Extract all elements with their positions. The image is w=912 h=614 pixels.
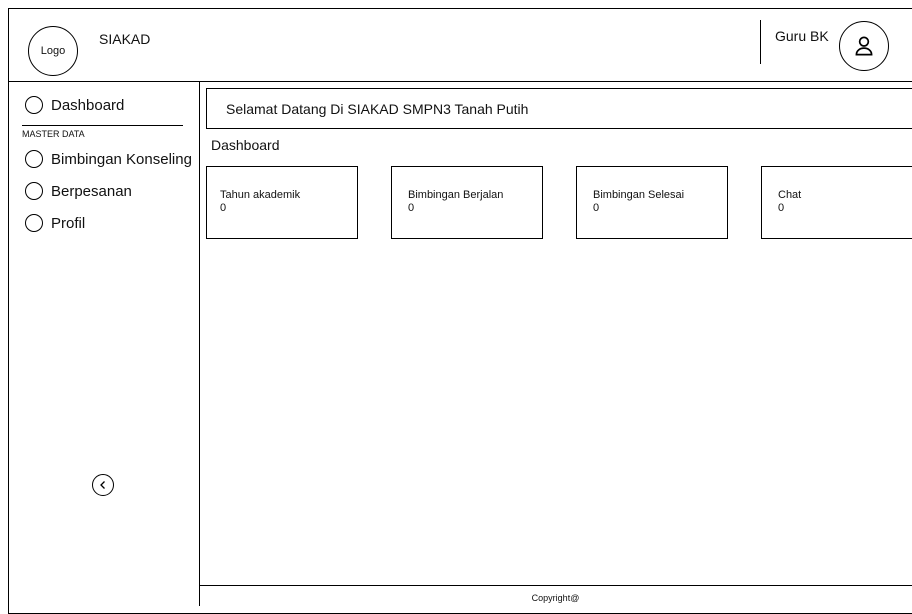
- user-name: Guru BK: [775, 28, 829, 44]
- user-icon: [855, 36, 873, 56]
- circle-icon: [25, 214, 43, 232]
- stat-card-bimbingan-selesai[interactable]: Bimbingan Selesai 0: [576, 166, 728, 239]
- welcome-banner: Selamat Datang Di SIAKAD SMPN3 Tanah Put…: [206, 88, 912, 129]
- sidebar-item-bimbingan-konseling[interactable]: Bimbingan Konseling: [25, 150, 192, 168]
- sidebar-item-label: Bimbingan Konseling: [51, 150, 192, 168]
- circle-icon: [25, 150, 43, 168]
- card-value: 0: [220, 202, 227, 214]
- circle-icon: [25, 96, 43, 114]
- stat-card-chat[interactable]: Chat 0: [761, 166, 912, 239]
- card-value: 0: [408, 202, 415, 214]
- avatar[interactable]: [839, 21, 889, 71]
- header: Logo SIAKAD Guru BK: [9, 9, 912, 82]
- card-label: Bimbingan Berjalan: [408, 189, 504, 201]
- header-divider: [760, 20, 761, 64]
- section-label: MASTER DATA: [22, 129, 85, 139]
- copyright-text: Copyright@: [531, 593, 580, 603]
- card-label: Tahun akademik: [220, 189, 301, 201]
- footer: Copyright@: [199, 585, 912, 607]
- page-title: Dashboard: [211, 137, 280, 153]
- logo[interactable]: Logo: [28, 26, 78, 76]
- sidebar-item-profil[interactable]: Profil: [25, 214, 85, 232]
- chevron-left-icon: [100, 481, 105, 489]
- sidebar-item-label: Dashboard: [51, 96, 125, 114]
- sidebar-item-label: Profil: [51, 214, 86, 232]
- circle-icon: [25, 182, 43, 200]
- stat-card-bimbingan-berjalan[interactable]: Bimbingan Berjalan 0: [391, 166, 543, 239]
- collapse-sidebar-button[interactable]: [92, 474, 114, 496]
- app-title: SIAKAD: [99, 31, 151, 47]
- card-value: 0: [593, 202, 600, 214]
- sidebar-item-berpesanan[interactable]: Berpesanan: [25, 182, 132, 200]
- card-label: Chat: [778, 189, 802, 201]
- sidebar-divider: [22, 125, 183, 126]
- welcome-text: Selamat Datang Di SIAKAD SMPN3 Tanah Put…: [226, 101, 529, 117]
- card-value: 0: [778, 202, 785, 214]
- sidebar-item-dashboard[interactable]: Dashboard: [25, 96, 124, 114]
- sidebar-item-label: Berpesanan: [51, 182, 132, 200]
- logo-label: Logo: [40, 45, 66, 57]
- sidebar: Dashboard MASTER DATA Bimbingan Konselin…: [9, 82, 200, 606]
- stat-card-tahun-akademik[interactable]: Tahun akademik 0: [206, 166, 358, 239]
- card-label: Bimbingan Selesai: [593, 189, 685, 201]
